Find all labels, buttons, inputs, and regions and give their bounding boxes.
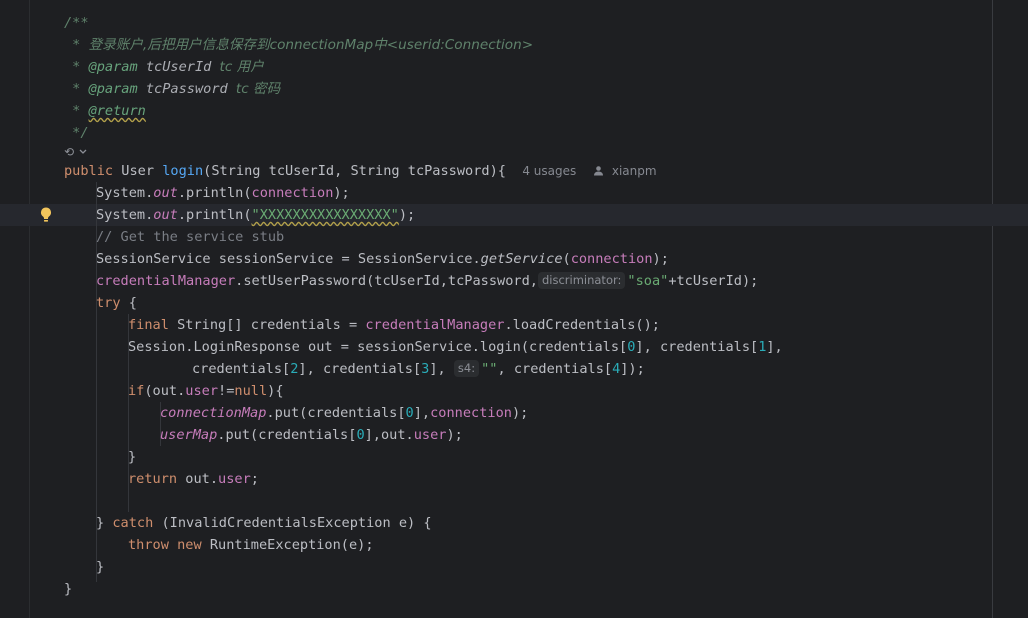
doc-comment-param-password: * @param tcPassword tc 密码: [64, 81, 281, 97]
doc-comment-close: */: [64, 125, 89, 141]
code-line: SessionService sessionService = SessionS…: [96, 251, 669, 267]
code-line: throw new RuntimeException(e);: [128, 537, 374, 553]
parameter-hint: discriminator:: [537, 272, 626, 289]
gutter-divider: [29, 0, 30, 618]
intention-bulb-icon[interactable]: [39, 206, 53, 224]
code-line: final String[] credentials = credentialM…: [128, 317, 660, 333]
fold-icon[interactable]: ⟲: [64, 144, 88, 160]
doc-comment-description: * 登录账户,后把用户信息保存到connectionMap中<userid:Co…: [64, 37, 534, 53]
code-line: return out.user;: [128, 471, 259, 487]
code-line: } catch (InvalidCredentialsException e) …: [96, 515, 432, 531]
doc-comment-return: * @return: [64, 103, 146, 119]
code-line: try {: [96, 295, 137, 311]
method-signature: public User login(String tcUserId, Strin…: [64, 163, 657, 179]
code-line-current: System.out.println("XXXXXXXXXXXXXXXX");: [96, 207, 416, 223]
author-hint[interactable]: xianpm: [612, 164, 657, 178]
right-margin-guide: [992, 0, 993, 618]
parameter-hint: s4:: [453, 360, 480, 377]
code-editor[interactable]: ⟲ /** * 登录账户,后把用户信息保存到connectionMap中<use…: [0, 0, 1028, 618]
code-line: Session.LoginResponse out = sessionServi…: [128, 339, 783, 355]
code-line: credentials[2], credentials[3], s4: "", c…: [192, 360, 645, 377]
code-line: if(out.user!=null){: [128, 383, 284, 399]
code-line: System.out.println(connection);: [96, 185, 350, 201]
doc-comment-param-user: * @param tcUserId tc 用户: [64, 59, 264, 75]
code-line: }: [96, 559, 105, 575]
code-line: userMap.put(credentials[0],out.user);: [160, 427, 463, 443]
code-comment: // Get the service stub: [96, 229, 285, 245]
user-icon: [593, 166, 603, 176]
code-line: }: [128, 449, 137, 465]
code-line: connectionMap.put(credentials[0],connect…: [160, 405, 529, 421]
doc-comment-open: /**: [64, 15, 89, 31]
code-line: credentialManager.setUserPassword(tcUser…: [96, 272, 759, 289]
code-line: }: [64, 581, 73, 597]
svg-text:⟲: ⟲: [64, 145, 74, 159]
usages-hint[interactable]: 4 usages: [522, 164, 576, 178]
